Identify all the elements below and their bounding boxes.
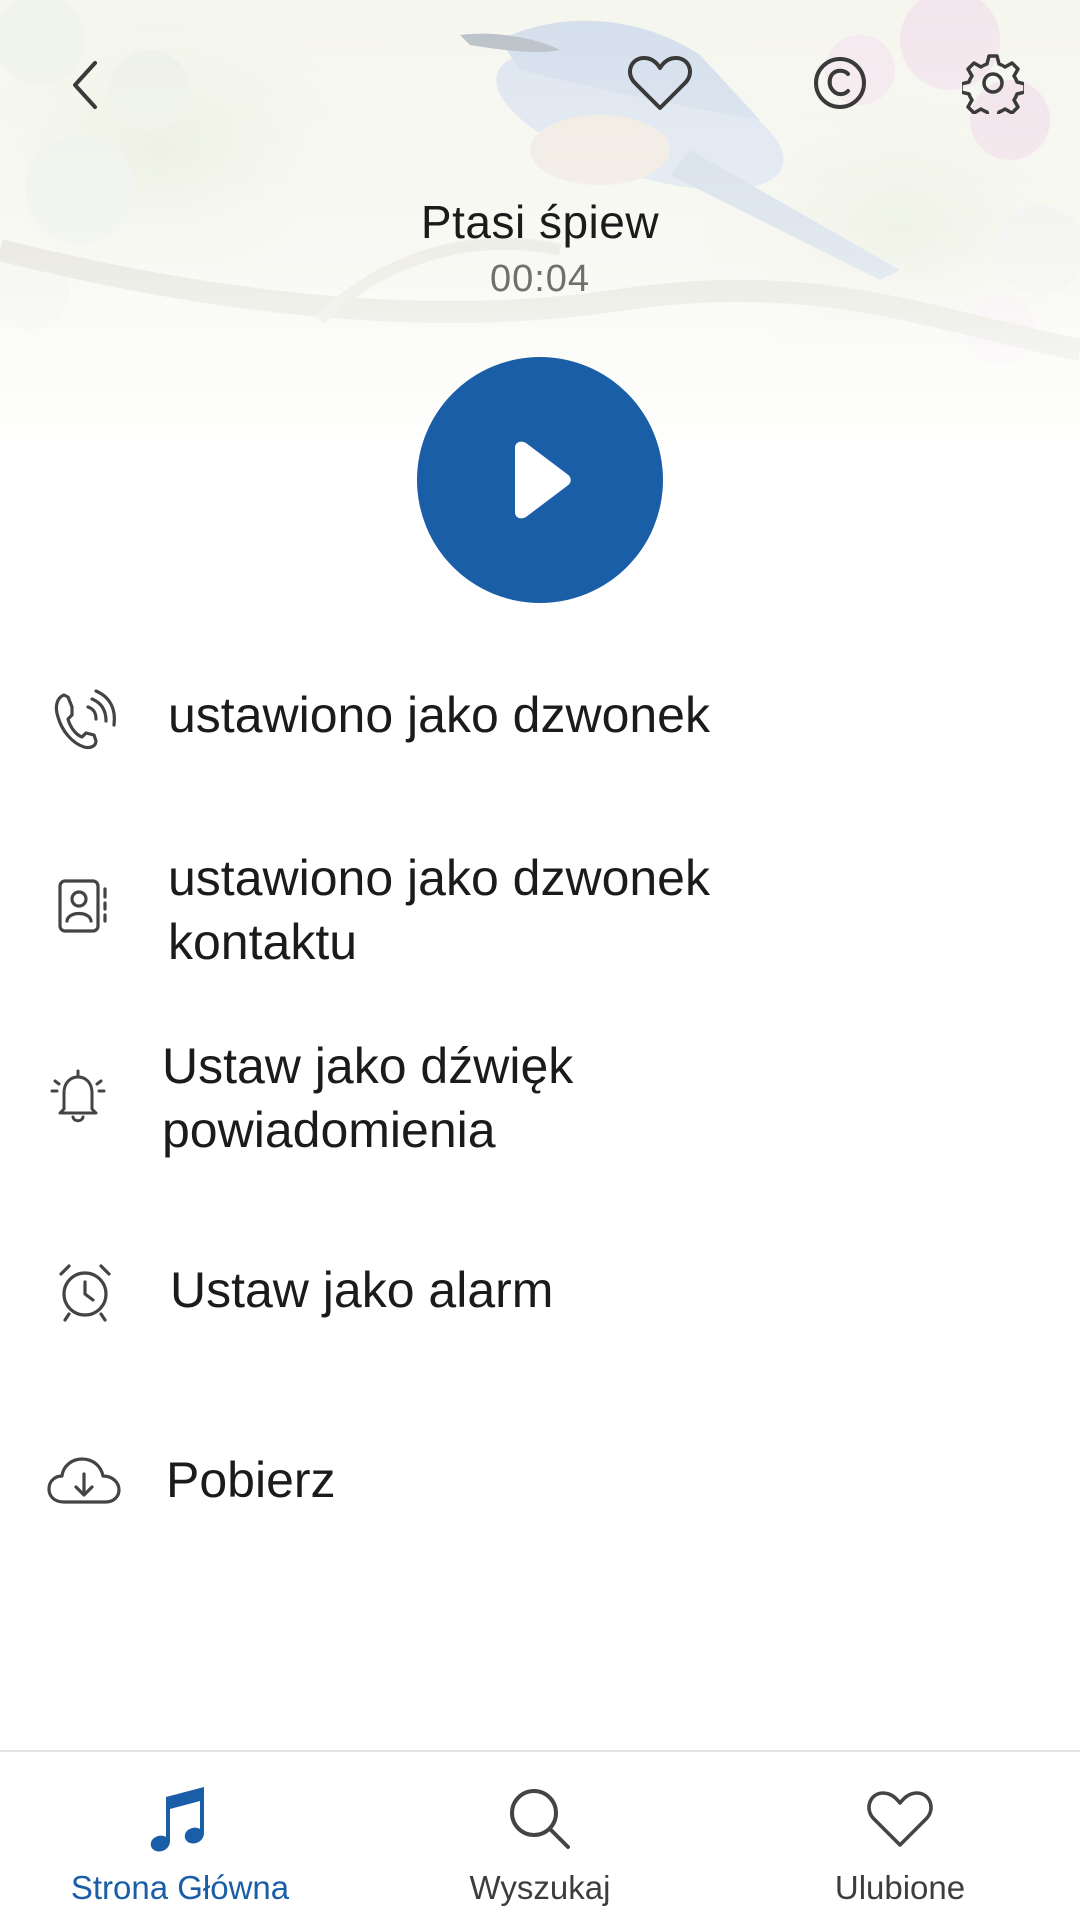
action-label: Pobierz <box>166 1452 336 1508</box>
back-icon <box>73 61 97 109</box>
tab-home[interactable]: Strona Główna <box>0 1755 360 1920</box>
sound-title: Ptasi śpiew <box>420 196 660 248</box>
cloud-download-icon <box>47 1457 121 1504</box>
action-download[interactable]: Pobierz <box>0 1440 1080 1540</box>
action-set-alarm[interactable]: Ustaw jako alarm <box>0 1250 1080 1350</box>
back-button[interactable] <box>50 50 120 120</box>
favorite-button[interactable] <box>625 48 695 118</box>
action-label: ustawiono jako dzwonek kontaktu <box>168 850 710 970</box>
play-button[interactable] <box>417 357 663 603</box>
play-icon <box>515 441 571 519</box>
action-set-ringtone[interactable]: ustawiono jako dzwonek <box>0 675 1080 775</box>
music-note-icon <box>150 1787 204 1852</box>
phone-ringing-icon <box>54 689 116 750</box>
tab-favorites[interactable]: Ulubione <box>720 1755 1080 1920</box>
action-label: ustawiono jako dzwonek <box>168 687 710 743</box>
action-set-notification-sound[interactable]: Ustaw jako dźwięk powiadomienia <box>0 1030 1080 1170</box>
settings-button[interactable] <box>958 48 1028 118</box>
action-set-contact-ringtone[interactable]: ustawiono jako dzwonek kontaktu <box>0 840 1080 980</box>
action-label: Ustaw jako alarm <box>170 1262 554 1318</box>
sound-duration: 00:04 <box>489 258 591 300</box>
heart-icon <box>628 56 692 110</box>
bottom-nav-divider <box>0 1750 1080 1752</box>
action-label: Ustaw jako dźwięk powiadomienia <box>162 1038 574 1158</box>
tab-label: Ulubione <box>834 1869 966 1906</box>
bell-icon <box>50 1069 106 1123</box>
copyright-icon <box>814 57 866 109</box>
tab-label: Strona Główna <box>70 1869 290 1906</box>
search-icon <box>510 1789 570 1849</box>
gear-icon <box>962 54 1024 114</box>
contact-card-icon <box>58 879 107 933</box>
tab-label: Wyszukaj <box>469 1869 611 1906</box>
alarm-clock-icon <box>59 1264 111 1322</box>
tab-search[interactable]: Wyszukaj <box>360 1755 720 1920</box>
heart-icon <box>867 1791 933 1847</box>
copyright-button[interactable] <box>805 48 875 118</box>
